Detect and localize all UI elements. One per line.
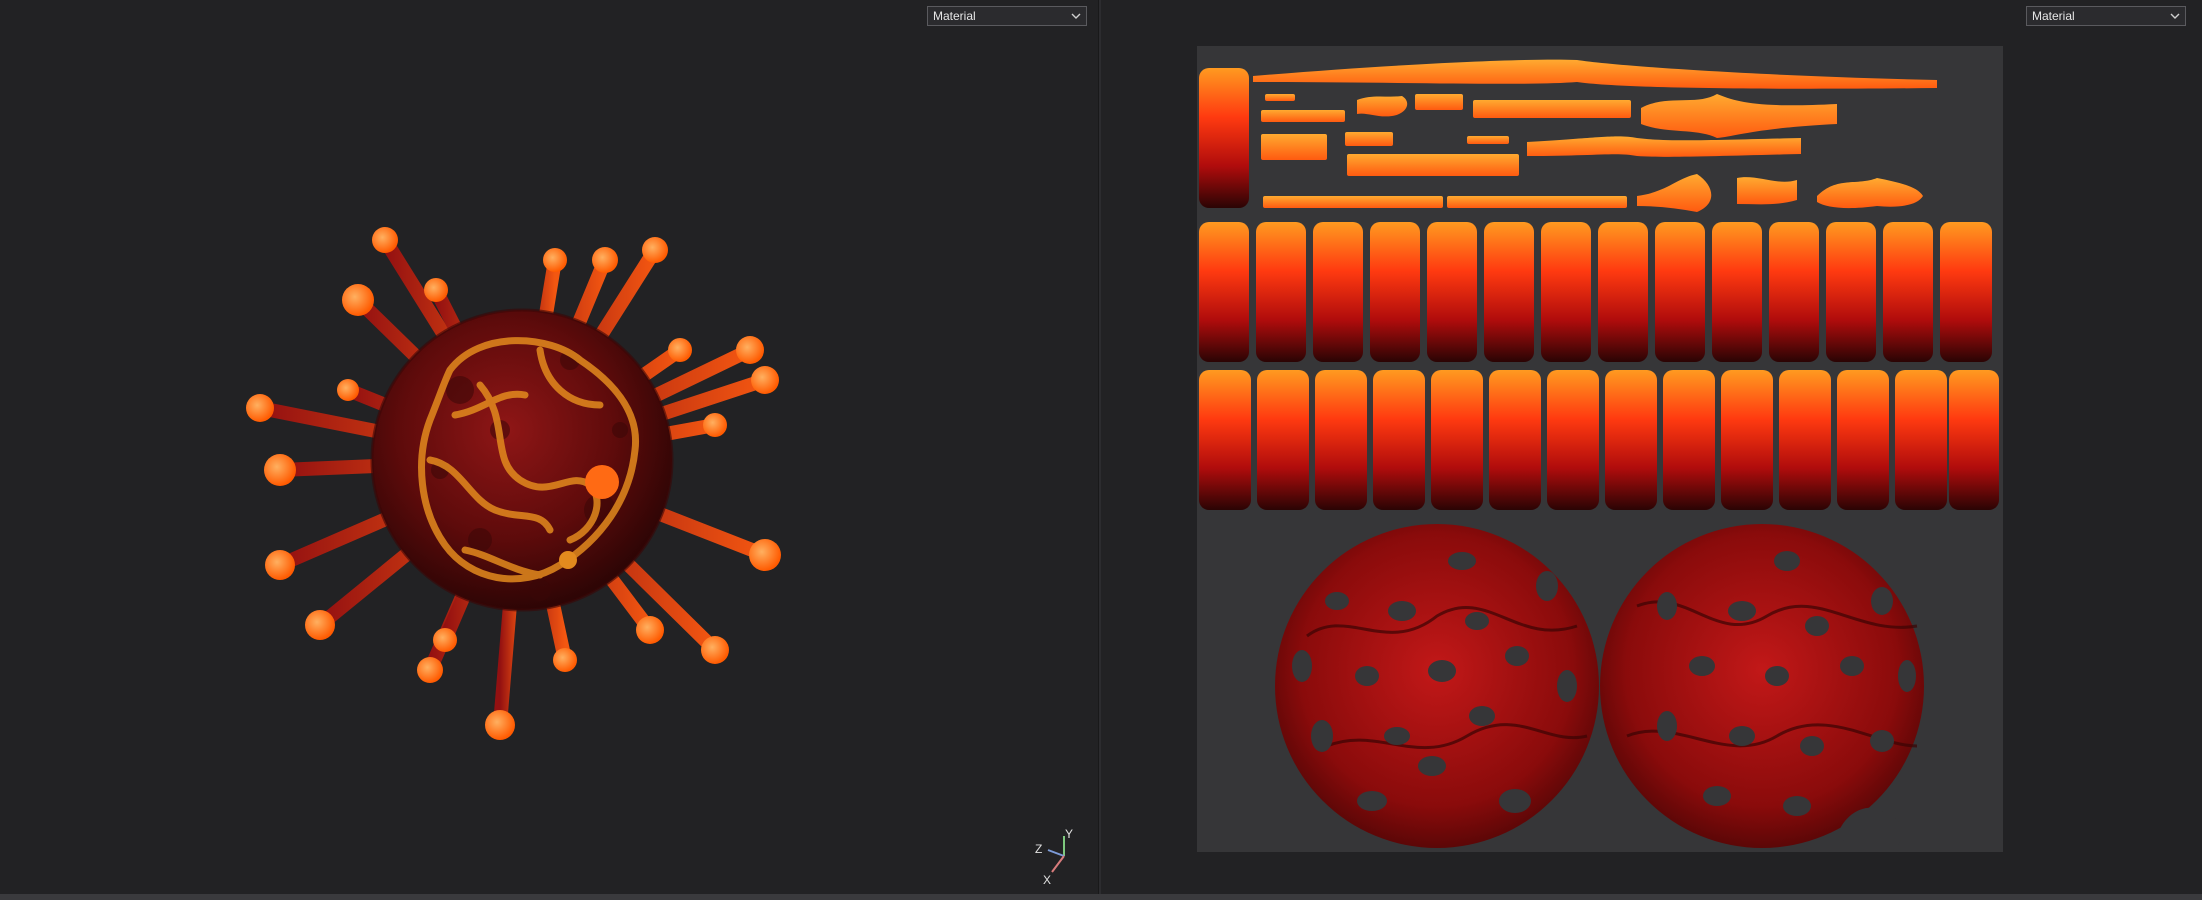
axis-label-z: Z: [1035, 842, 1042, 856]
shading-mode-label: Material: [933, 9, 976, 23]
uv-texture-map: [1197, 46, 2003, 852]
axis-label-y: Y: [1065, 827, 1073, 841]
3d-viewport[interactable]: Material Y Z X: [0, 0, 1098, 894]
chevron-down-icon: [2170, 13, 2180, 19]
virus-3d-model: [246, 227, 781, 740]
app-window: Material Y Z X Material: [0, 0, 2202, 900]
uv-viewport[interactable]: Material: [1101, 0, 2202, 894]
shading-mode-select-3d[interactable]: Material: [927, 6, 1087, 26]
bottom-status-strip: [0, 894, 2202, 900]
axis-gizmo-icon: Y Z X: [1035, 827, 1073, 886]
shading-mode-select-uv[interactable]: Material: [2026, 6, 2186, 26]
shading-mode-label: Material: [2032, 9, 2075, 23]
axis-label-x: X: [1043, 873, 1051, 886]
chevron-down-icon: [1071, 13, 1081, 19]
